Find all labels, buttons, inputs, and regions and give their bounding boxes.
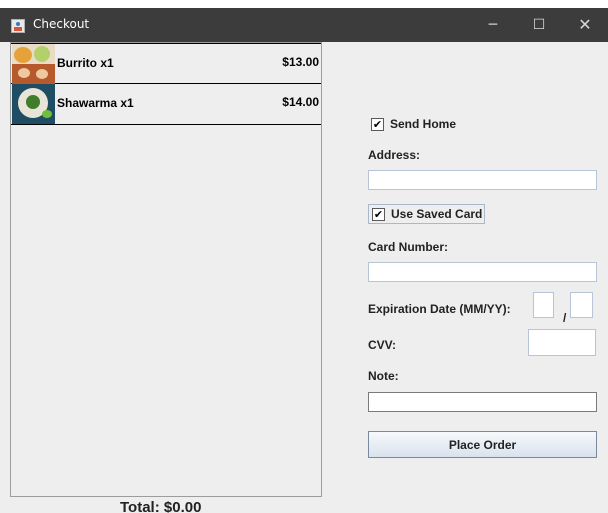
item-name: Shawarma x1 [57, 96, 134, 110]
exp-year-field[interactable] [570, 292, 593, 318]
note-label: Note: [368, 369, 399, 383]
shawarma-image [12, 84, 55, 124]
java-app-icon [11, 19, 25, 33]
card-number-label: Card Number: [368, 240, 449, 254]
use-saved-card-check-mark[interactable]: ✔ [372, 207, 385, 221]
use-saved-card-checkbox[interactable]: ✔ Use Saved Card [368, 204, 486, 224]
address-label: Address: [368, 148, 421, 162]
close-button[interactable]: ✕ [562, 8, 608, 42]
exp-date-separator: / [563, 311, 567, 325]
card-number-field[interactable] [368, 262, 597, 282]
send-home-check-mark[interactable]: ✔ [371, 117, 384, 131]
order-items-list: Burrito x1 $13.00 Shawarma x1 $14.00 [10, 42, 322, 497]
cvv-field[interactable] [528, 329, 596, 356]
order-total: Total: $0.00 [120, 499, 202, 513]
place-order-button[interactable]: Place Order [368, 431, 597, 458]
exp-month-field[interactable] [533, 292, 554, 318]
item-name: Burrito x1 [57, 56, 114, 70]
checkout-window: Checkout ─ ☐ ✕ Burrito x1 $13.00 Shawarm… [0, 8, 608, 513]
note-field[interactable] [368, 392, 597, 412]
expiration-date-label: Expiration Date (MM/YY): [368, 302, 511, 316]
item-price: $14.00 [282, 95, 319, 109]
burrito-image [12, 44, 55, 84]
order-item-burrito[interactable]: Burrito x1 $13.00 [11, 43, 321, 84]
title-bar: Checkout ─ ☐ ✕ [0, 8, 608, 42]
address-field[interactable] [368, 170, 597, 190]
order-item-shawarma[interactable]: Shawarma x1 $14.00 [11, 84, 321, 125]
use-saved-card-label: Use Saved Card [391, 207, 483, 221]
window-title: Checkout [33, 17, 90, 31]
send-home-checkbox[interactable]: ✔ Send Home [371, 115, 456, 133]
cvv-label: CVV: [368, 338, 397, 352]
maximize-button[interactable]: ☐ [516, 8, 562, 42]
item-price: $13.00 [282, 55, 319, 69]
minimize-button[interactable]: ─ [470, 8, 516, 42]
send-home-label: Send Home [390, 117, 457, 131]
